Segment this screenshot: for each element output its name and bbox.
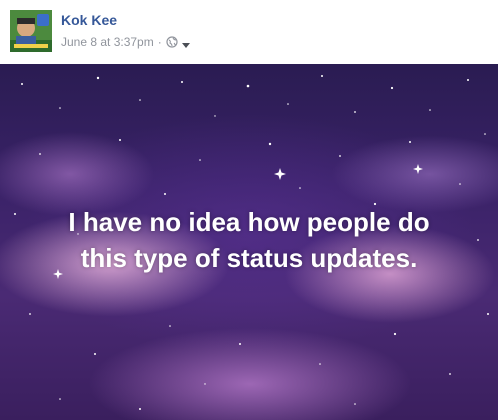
status-text: I have no idea how people do this type o… [0, 204, 498, 276]
post-header: Kok Kee June 8 at 3:37pm · [0, 0, 498, 64]
post-meta: June 8 at 3:37pm · [61, 35, 191, 49]
caret-down-icon[interactable] [181, 38, 191, 48]
status-text-line-1: I have no idea how people do [68, 207, 430, 237]
facebook-post: Kok Kee June 8 at 3:37pm · I have no ide… [0, 0, 498, 420]
meta-separator: · [157, 35, 162, 49]
globe-icon[interactable] [166, 36, 178, 48]
status-background-image: I have no idea how people do this type o… [0, 64, 498, 420]
post-timestamp[interactable]: June 8 at 3:37pm [61, 35, 154, 49]
author-avatar[interactable] [10, 10, 52, 52]
author-name[interactable]: Kok Kee [61, 12, 117, 28]
status-text-line-2: this type of status updates. [80, 243, 418, 273]
